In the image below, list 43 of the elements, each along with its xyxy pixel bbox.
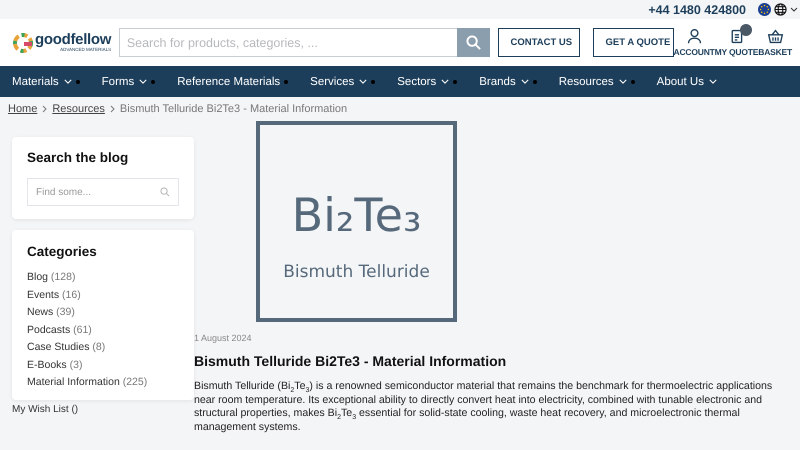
search-button[interactable] <box>456 28 490 57</box>
search-field[interactable]: Search for products, categories, ... <box>118 28 457 57</box>
category-link[interactable]: Podcasts (61) <box>27 324 179 336</box>
chevron-right-icon <box>110 105 115 113</box>
action-label[interactable]: MY QUOTE <box>714 47 758 57</box>
post-date: 1 August 2024 <box>194 333 253 343</box>
nav-link[interactable]: Materials <box>12 76 59 88</box>
category-link[interactable]: Events (16) <box>27 288 179 300</box>
category-link[interactable]: Case Studies (8) <box>27 341 179 353</box>
flag-icon[interactable] <box>758 3 771 16</box>
nav-link[interactable]: Resources <box>558 76 614 88</box>
breadcrumb-link[interactable]: Resources <box>52 103 105 115</box>
nav-link[interactable]: Services <box>310 76 354 88</box>
nav-link[interactable]: Brands <box>479 76 516 88</box>
chevron-down-icon[interactable] <box>790 7 798 12</box>
category-link[interactable]: News (39) <box>27 306 179 318</box>
nav-link[interactable]: Sectors <box>397 76 436 88</box>
action-label[interactable]: ACCOUNT <box>674 47 715 57</box>
category-link[interactable]: Blog (128) <box>27 271 179 283</box>
header-button[interactable]: CONTACT US <box>498 28 580 57</box>
breadcrumb-link[interactable]: Home <box>8 103 38 115</box>
globe-icon[interactable] <box>774 3 787 16</box>
header-button[interactable]: GET A QUOTE <box>592 28 674 57</box>
blog-search-field[interactable]: Find some... <box>27 178 179 206</box>
category-link[interactable]: Material Information (225) <box>27 376 179 388</box>
chevron-right-icon <box>42 105 48 113</box>
image-caption: Bismuth Telluride <box>283 262 430 282</box>
card-title: Categories <box>27 244 98 259</box>
article-title: Bismuth Telluride Bi2Te3 - Material Information <box>194 353 508 369</box>
card-title: Search the blog <box>27 150 130 165</box>
nav-link[interactable]: Reference Materials <box>177 76 280 88</box>
search-icon[interactable] <box>466 35 481 50</box>
nav-link[interactable]: About Us <box>656 76 704 88</box>
category-link[interactable]: E-Books (3) <box>27 358 179 370</box>
person-icon[interactable] <box>686 28 703 45</box>
formula-text: Bi₂Te₃ <box>292 188 422 242</box>
nav-link[interactable]: Forms <box>102 76 134 88</box>
phone-number[interactable]: +44 1480 424800 <box>648 2 746 16</box>
basket-icon[interactable] <box>766 28 784 45</box>
action-label[interactable]: BASKET <box>758 47 792 57</box>
wish-list-link[interactable]: My Wish List () <box>12 404 194 415</box>
breadcrumb-current: Bismuth Telluride Bi2Te3 - Material Information <box>120 103 348 115</box>
article-paragraph: Bismuth Telluride (Bi$_{2}$Te$_{3}$) is a renowned semiconductor material that remains the benchmark for thermoelectric applications near room temperature. Its exceptional ability to directly convert heat into electricity, combined with tunable electronic and structural properties, makes Bi$_{2}$Te$_{3}$ essential for solid-state cooling, waste heat recovery, and microelectronic thermal management systems. <box>194 380 774 434</box>
